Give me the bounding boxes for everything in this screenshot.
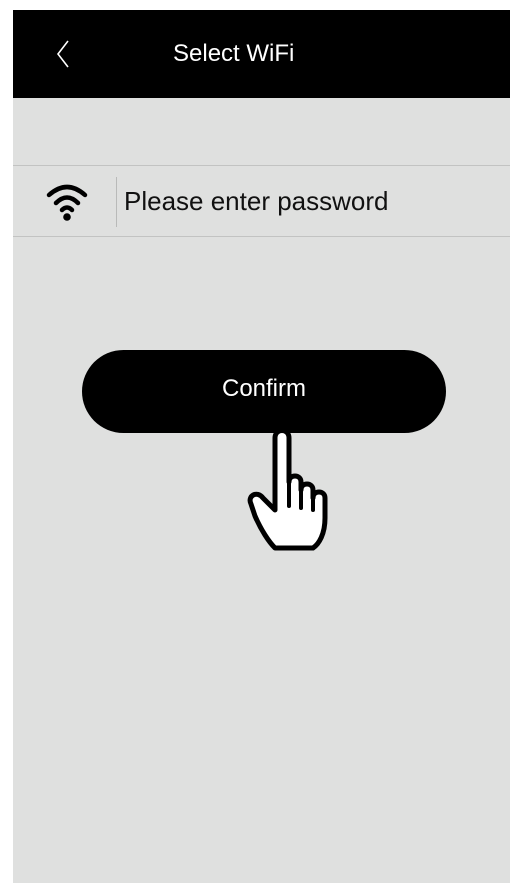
page-title: Select WiFi [173,40,295,67]
wifi-icon [46,184,88,221]
row-divider [116,177,117,227]
app-screen: Select WiFi Please enter password Confir… [13,10,510,883]
wifi-password-row: Please enter password [13,165,510,237]
password-input[interactable]: Please enter password [121,174,504,228]
pointing-hand-icon [247,428,328,551]
back-button[interactable] [49,36,79,72]
chevron-left-icon [56,40,69,68]
header-bar: Select WiFi [13,10,510,98]
